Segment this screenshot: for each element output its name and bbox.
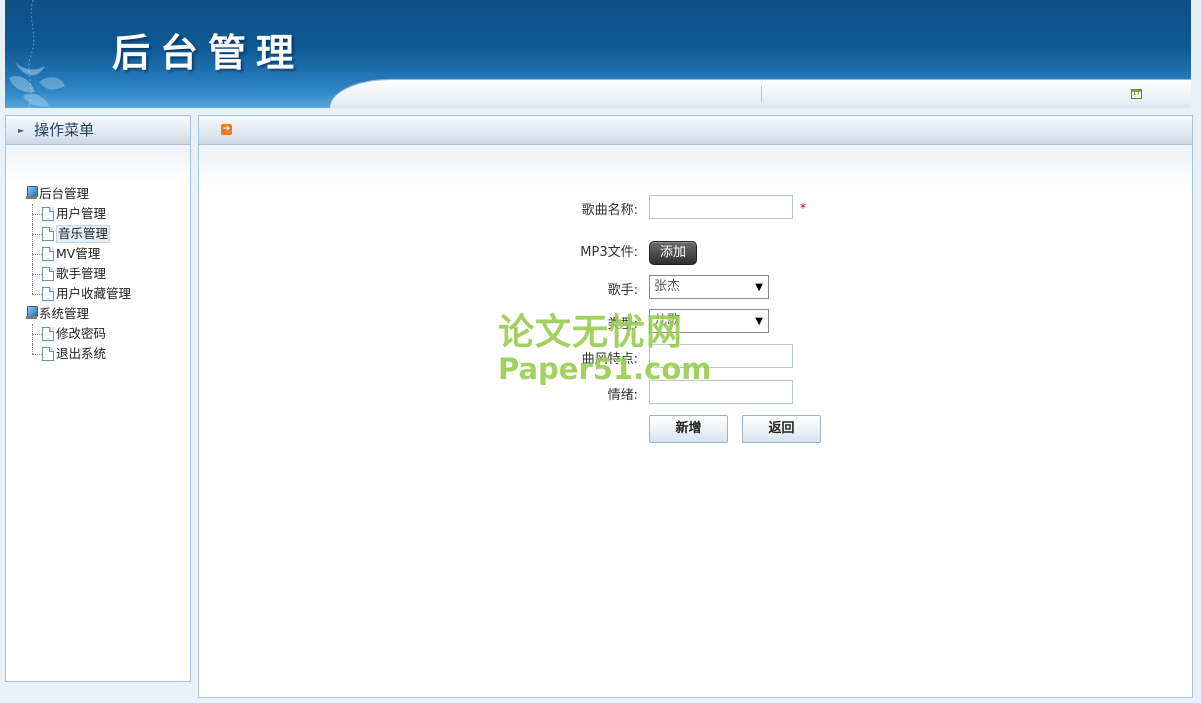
type-label: 类型:: [607, 317, 638, 332]
document-icon: [42, 227, 54, 241]
sidebar-item-user-management[interactable]: 用户管理: [25, 204, 190, 224]
sidebar-item-mv-management[interactable]: MV管理: [25, 244, 190, 264]
style-label: 曲风特点:: [581, 352, 638, 367]
required-mark: *: [800, 201, 806, 215]
sidebar-header: ► 操作菜单: [6, 116, 190, 145]
app-title: 后台管理: [112, 30, 305, 75]
type-select[interactable]: 儿歌 ▼: [649, 309, 769, 333]
add-file-button[interactable]: 添加: [649, 241, 697, 265]
document-icon: [42, 347, 54, 361]
tree-group-label: 后台管理: [39, 186, 90, 201]
document-icon: [42, 267, 54, 281]
arrow-right-icon: ➔: [221, 124, 232, 135]
dropdown-arrow-icon: ▼: [755, 282, 763, 293]
dropdown-arrow-icon: ▼: [755, 316, 763, 327]
tree-item-label: MV管理: [56, 246, 101, 261]
sidebar-item-favorites-management[interactable]: 用户收藏管理: [25, 284, 190, 304]
tree-group-label: 系统管理: [39, 306, 90, 321]
main-strip: [199, 145, 1192, 193]
mood-input[interactable]: [649, 380, 793, 404]
floral-decoration-icon: [9, 0, 65, 108]
back-button[interactable]: 返回: [742, 415, 821, 443]
singer-selected-value: 张杰: [654, 279, 681, 294]
document-icon: [42, 247, 54, 261]
document-icon: [42, 327, 54, 341]
singer-label: 歌手:: [607, 283, 638, 298]
menu-tree: 后台管理 用户管理 音乐管理 MV管理 歌手管理 用户收藏管理 系统管理 修改密…: [25, 184, 190, 364]
sidebar-item-logout[interactable]: 退出系统: [25, 344, 190, 364]
type-selected-value: 儿歌: [654, 313, 681, 328]
tree-item-label: 音乐管理: [56, 225, 111, 243]
sidebar-strip: [6, 145, 190, 183]
tree-item-label: 修改密码: [56, 326, 107, 341]
sidebar-item-change-password[interactable]: 修改密码: [25, 324, 190, 344]
triangle-right-icon: ►: [18, 126, 25, 135]
tree-item-label: 用户管理: [56, 206, 107, 221]
computer-icon: [25, 306, 38, 320]
tree-group-admin[interactable]: 后台管理: [25, 184, 190, 204]
tree-item-label: 歌手管理: [56, 266, 107, 281]
sidebar-panel: ► 操作菜单 后台管理 用户管理 音乐管理 MV管理 歌手管理 用户收藏管理 系统…: [5, 115, 191, 682]
computer-icon: [25, 186, 38, 200]
song-name-input[interactable]: [649, 195, 793, 219]
singer-select[interactable]: 张杰 ▼: [649, 275, 769, 299]
header-divider: [761, 86, 762, 102]
mp3-file-label: MP3文件:: [580, 245, 638, 260]
calendar-icon[interactable]: 17: [1131, 89, 1142, 99]
document-icon: [42, 207, 54, 221]
song-name-label: 歌曲名称:: [581, 203, 638, 218]
main-header: ➔: [199, 116, 1192, 145]
style-input[interactable]: [649, 344, 793, 368]
tree-item-label: 用户收藏管理: [56, 286, 132, 301]
sidebar-item-singer-management[interactable]: 歌手管理: [25, 264, 190, 284]
sidebar-item-music-management[interactable]: 音乐管理: [25, 224, 190, 244]
mood-label: 情绪:: [607, 388, 638, 403]
tree-item-label: 退出系统: [56, 346, 107, 361]
document-icon: [42, 287, 54, 301]
tree-group-system[interactable]: 系统管理: [25, 304, 190, 324]
calendar-day-text: 17: [1132, 90, 1141, 97]
app-header: 后台管理 17: [5, 0, 1191, 108]
sidebar-title: 操作菜单: [34, 121, 95, 139]
submit-button[interactable]: 新增: [649, 415, 728, 443]
